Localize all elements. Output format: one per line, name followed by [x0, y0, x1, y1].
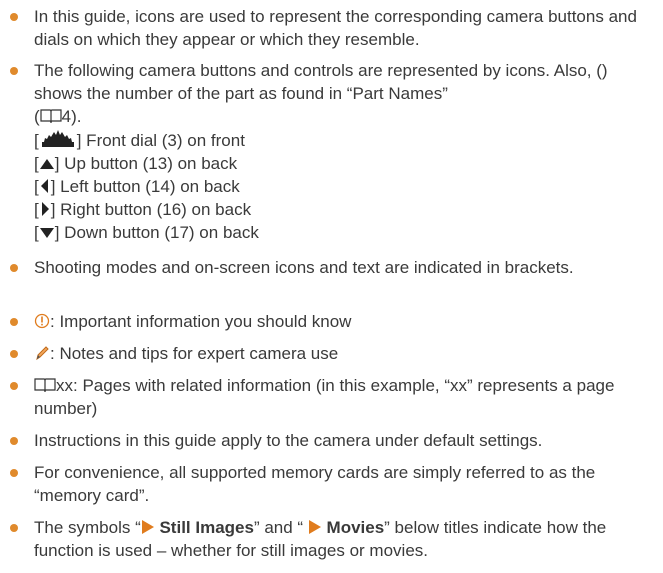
still-images-label: Still Images: [154, 518, 254, 537]
bullet-label: ” and “: [253, 518, 308, 537]
bullet-label: The symbols “: [34, 518, 141, 537]
bullet-dot: [10, 437, 18, 445]
bullet-text: For convenience, all supported memory ca…: [34, 463, 596, 505]
bullet-text: The symbols “ Still Images” and “ Movies…: [34, 516, 645, 562]
control-line-right: [] Right button (16) on back: [34, 198, 645, 221]
bullet-dot: [10, 350, 18, 358]
bullet-label: : Important information you should know: [50, 312, 352, 331]
bullet-dot: [10, 13, 18, 21]
bullet-text: Instructions in this guide apply to the …: [34, 431, 543, 450]
still-images-arrow-icon: [141, 520, 154, 534]
page-ref: 4: [61, 107, 72, 126]
important-icon: [34, 313, 50, 329]
movies-label: Movies: [321, 518, 385, 537]
control-label: ] Down button (17) on back: [54, 223, 259, 242]
bullet-dot: [10, 524, 18, 532]
bullet-text: In this guide, icons are used to represe…: [34, 7, 637, 49]
left-button-icon: [40, 179, 48, 193]
control-line-front-dial: [] Front dial (3) on front: [34, 128, 645, 152]
control-label: ] Front dial (3) on front: [76, 131, 245, 150]
control-line-left: [] Left button (14) on back: [34, 175, 645, 198]
bullet-dot: [10, 318, 18, 326]
bullet-text: The following camera buttons and control…: [34, 59, 645, 244]
paren-close: ).: [71, 107, 82, 126]
control-label: ] Right button (16) on back: [50, 200, 252, 219]
bullet-label: : Notes and tips for expert camera use: [50, 344, 339, 363]
control-label: ] Left button (14) on back: [50, 177, 240, 196]
controls-intro: The following camera buttons and control…: [34, 61, 608, 103]
bullet-text: Shooting modes and on-screen icons and t…: [34, 258, 574, 277]
control-label: ] Up button (13) on back: [54, 154, 238, 173]
bullet-dot: [10, 469, 18, 477]
right-button-icon: [41, 202, 49, 216]
movies-arrow-icon: [308, 520, 321, 534]
bullet-dot: [10, 382, 18, 390]
bullet-dot: [10, 67, 18, 75]
book-icon: [40, 109, 62, 124]
bullet-label: xx: Pages with related information (in t…: [34, 376, 615, 418]
pencil-icon: [36, 346, 49, 361]
control-line-down: [] Down button (17) on back: [34, 221, 645, 244]
bullet-text: : Important information you should know: [34, 310, 645, 333]
down-button-icon: [39, 228, 54, 238]
bullet-text: : Notes and tips for expert camera use: [34, 342, 645, 365]
bullet-dot: [10, 264, 18, 272]
front-dial-icon: [41, 130, 74, 147]
bullet-text: xx: Pages with related information (in t…: [34, 374, 645, 420]
control-line-up: [] Up button (13) on back: [34, 152, 645, 175]
up-button-icon: [39, 159, 54, 169]
book-icon: [34, 378, 56, 393]
